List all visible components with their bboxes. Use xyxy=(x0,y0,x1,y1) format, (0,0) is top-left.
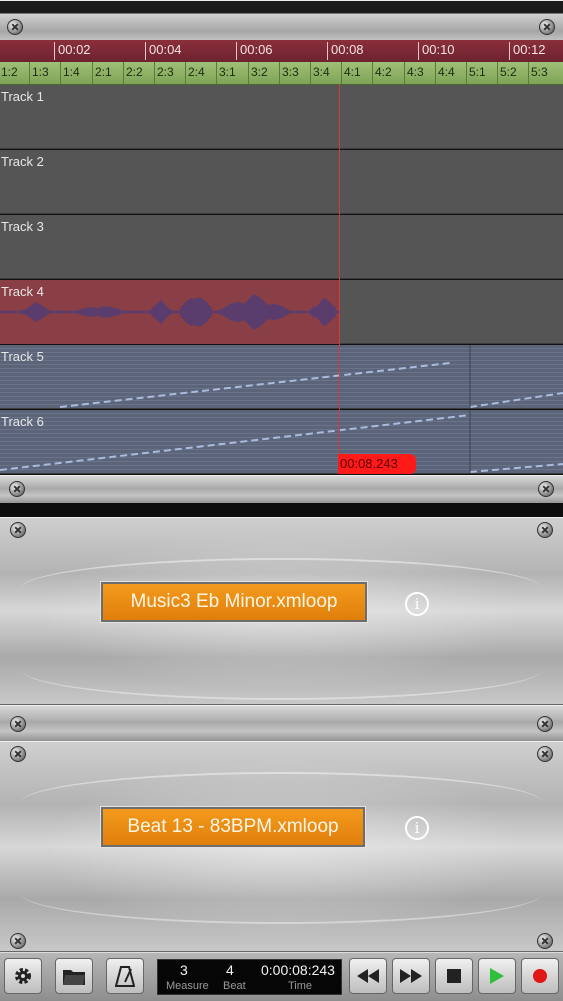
audio-region[interactable] xyxy=(0,280,340,344)
loop-file-button[interactable]: Beat 13 - 83BPM.xmloop xyxy=(100,806,366,848)
playhead-line[interactable] xyxy=(339,84,340,474)
screw-icon xyxy=(537,933,553,949)
beat-tick-label: 5:1 xyxy=(466,62,497,84)
stop-icon xyxy=(447,969,461,983)
loop-file-button[interactable]: Music3 Eb Minor.xmloop xyxy=(100,581,368,623)
track-label: Track 3 xyxy=(1,219,44,234)
panel-highlight xyxy=(20,638,543,700)
beat-tick-label: 4:4 xyxy=(435,62,466,84)
gear-icon xyxy=(15,968,31,984)
transport-toolbar: 3 Measure 4 Beat 0:00:08:243 Time xyxy=(0,952,563,1001)
time-tick-label: 00:08 xyxy=(327,42,364,60)
track-label: Track 6 xyxy=(1,414,44,429)
time-tick-label: 00:02 xyxy=(54,42,91,60)
time-tick-label: 00:06 xyxy=(236,42,273,60)
track-3[interactable]: Track 3 xyxy=(0,215,563,279)
panel-highlight xyxy=(20,862,543,924)
track-label: Track 4 xyxy=(1,284,44,299)
beat-tick-label: 3:1 xyxy=(216,62,247,84)
beat-tick-label: 5:2 xyxy=(497,62,528,84)
rewind-button[interactable] xyxy=(349,958,387,994)
beat-tick-label: 1:3 xyxy=(29,62,60,84)
screw-icon xyxy=(538,481,554,497)
time-value: 0:00:08:243 xyxy=(261,962,335,978)
midi-notes xyxy=(59,345,563,409)
track-4[interactable]: Track 4 xyxy=(0,280,563,344)
metronome-icon xyxy=(114,966,136,987)
beat-tick-label: 1:4 xyxy=(60,62,91,84)
beat-tick-label: 4:3 xyxy=(404,62,435,84)
record-button[interactable] xyxy=(521,958,559,994)
track-label: Track 2 xyxy=(1,154,44,169)
screw-icon xyxy=(539,19,555,35)
panel-gap xyxy=(0,503,563,517)
stop-button[interactable] xyxy=(435,958,473,994)
play-button[interactable] xyxy=(478,958,516,994)
screw-icon xyxy=(10,522,26,538)
rewind-icon xyxy=(357,969,379,983)
time-caption: Time xyxy=(288,980,313,992)
audio-waveform xyxy=(0,294,340,330)
time-tick-label: 00:10 xyxy=(418,42,455,60)
screw-icon xyxy=(10,716,26,732)
beat-tick-label: 4:1 xyxy=(341,62,372,84)
measure-caption: Measure xyxy=(166,980,209,992)
beat-tick-label: 2:1 xyxy=(92,62,123,84)
beat-tick-label: 3:3 xyxy=(279,62,310,84)
metronome-button[interactable] xyxy=(106,958,144,994)
track-1[interactable]: Track 1 xyxy=(0,85,563,149)
track-5[interactable]: Track 5 xyxy=(0,345,563,409)
top-metal-bar xyxy=(0,0,563,42)
screw-icon xyxy=(537,716,553,732)
panel-divider-bar xyxy=(0,705,563,743)
transport-display: 3 Measure 4 Beat 0:00:08:243 Time xyxy=(157,959,342,995)
beat-ruler[interactable]: 1:2 1:3 1:4 2:1 2:2 2:3 2:4 3:1 3:2 3:3 3:4 4:1 4:2 4… xyxy=(0,62,563,85)
beat-tick-label: 3:4 xyxy=(310,62,341,84)
track-label: Track 1 xyxy=(1,89,44,104)
settings-button[interactable] xyxy=(4,958,42,994)
beat-tick-label: 1:2 xyxy=(0,62,29,84)
midi-notes xyxy=(0,410,563,474)
info-icon[interactable]: i xyxy=(405,592,429,616)
beat-tick-label: 2:2 xyxy=(123,62,154,84)
screw-icon xyxy=(537,522,553,538)
loop-panel-2: Beat 13 - 83BPM.xmloop i xyxy=(0,741,563,952)
folder-icon xyxy=(63,970,85,985)
fast-forward-icon xyxy=(400,969,422,983)
time-tick-label: 00:12 xyxy=(509,42,546,60)
beat-tick-label: 2:4 xyxy=(185,62,216,84)
track-2[interactable]: Track 2 xyxy=(0,150,563,214)
beat-tick-label: 4:2 xyxy=(372,62,403,84)
record-icon xyxy=(533,969,547,983)
playhead-time-badge[interactable]: 00:08.243 xyxy=(338,454,416,474)
screw-icon xyxy=(7,19,23,35)
screw-icon xyxy=(9,481,25,497)
beat-tick-label: 2:3 xyxy=(154,62,185,84)
open-button[interactable] xyxy=(55,958,93,994)
measure-value: 3 xyxy=(180,962,188,978)
fast-forward-button[interactable] xyxy=(392,958,430,994)
screw-icon xyxy=(537,746,553,762)
screw-icon xyxy=(10,933,26,949)
info-icon[interactable]: i xyxy=(405,816,429,840)
track-label: Track 5 xyxy=(1,349,44,364)
loop-panel-1: Music3 Eb Minor.xmloop i xyxy=(0,517,563,705)
track-6[interactable]: Track 6 xyxy=(0,410,563,474)
screw-icon xyxy=(10,746,26,762)
tracks-bottom-bar xyxy=(0,475,563,505)
beat-tick-label: 3:2 xyxy=(248,62,279,84)
time-ruler[interactable]: 00:02 00:04 00:06 00:08 00:10 00:12 xyxy=(0,40,563,63)
time-tick-label: 00:04 xyxy=(145,42,182,60)
play-icon xyxy=(490,968,504,984)
beat-value: 4 xyxy=(226,962,234,978)
beat-tick-label: 5:3 xyxy=(528,62,559,84)
beat-caption: Beat xyxy=(223,980,246,992)
